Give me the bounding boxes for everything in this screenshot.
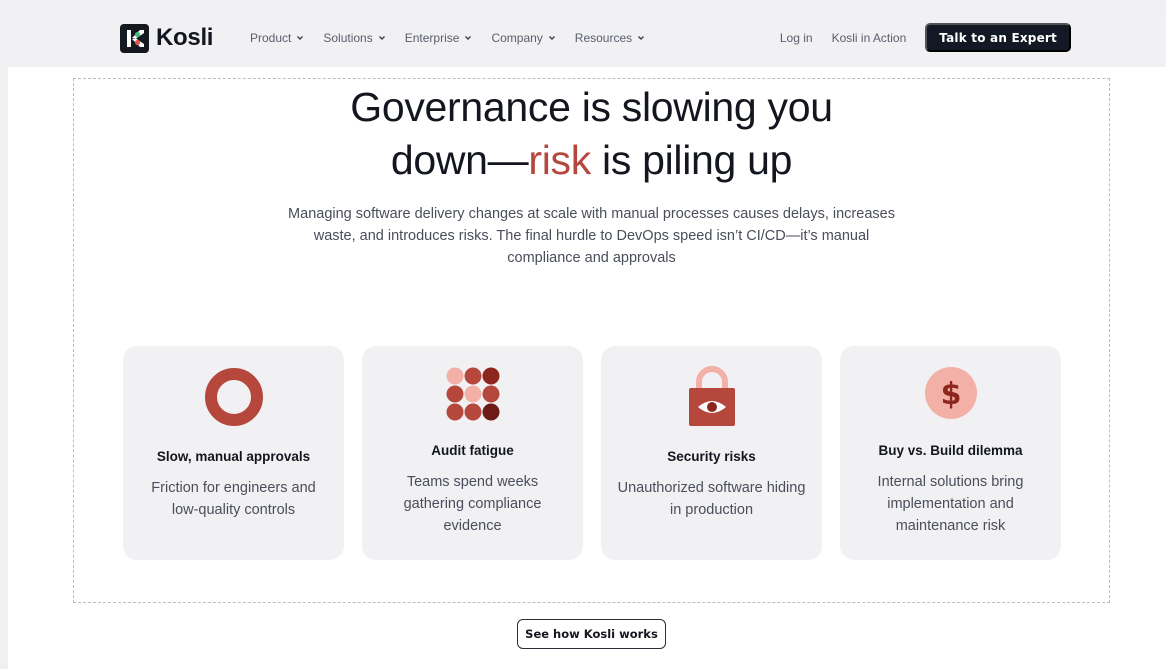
card-description: Internal solutions bring implementation … <box>877 474 1024 534</box>
main-nav: Product Solutions Enterprise Company Res… <box>250 31 664 45</box>
card-title: Buy vs. Build dilemma <box>878 443 1023 458</box>
card-buy-vs-build: $ Buy vs. Build dilemma Internal solutio… <box>840 346 1061 560</box>
nav-item-label: Solutions <box>323 31 373 45</box>
login-link[interactable]: Log in <box>780 31 813 45</box>
hero-description: Managing software delivery changes at sc… <box>288 206 895 266</box>
card-description: Teams spend weeks gathering compliance e… <box>403 474 542 534</box>
card-title: Security risks <box>667 449 756 464</box>
nav-item-enterprise[interactable]: Enterprise <box>405 31 474 45</box>
chevron-down-icon <box>378 36 385 40</box>
see-how-kosli-works-button[interactable]: See how Kosli works <box>517 619 666 649</box>
nav-item-resources[interactable]: Resources <box>575 31 646 45</box>
card-audit-fatigue: Audit fatigue Teams spend weeks gatherin… <box>362 346 583 560</box>
card-description: Friction for engineers and low-quality c… <box>151 480 316 518</box>
headline-line-2-start: down— <box>390 137 529 183</box>
card-security-risks: Security risks Unauthorized software hid… <box>601 346 822 560</box>
kosli-in-action-link[interactable]: Kosli in Action <box>832 31 907 45</box>
top-navbar: Kosli Product Solutions Enterprise Compa… <box>8 12 1166 67</box>
nav-item-label: Enterprise <box>404 31 460 45</box>
padlock-eye-icon <box>688 366 735 426</box>
headline-line-2-end: is piling up <box>590 137 793 183</box>
brand-name: Kosli <box>156 24 214 51</box>
svg-text:$: $ <box>940 377 961 412</box>
card-description: Unauthorized software hiding in producti… <box>617 480 806 518</box>
chevron-down-icon <box>465 36 472 40</box>
nav-actions: Log in Kosli in Action Talk to an Expert <box>780 23 1071 52</box>
headline-accent-word: risk <box>528 137 591 183</box>
ring-icon <box>204 368 263 426</box>
page-title: Governance is slowing you down—risk is p… <box>74 81 1109 187</box>
chevron-down-icon <box>548 36 555 40</box>
nav-item-label: Company <box>491 31 543 45</box>
nav-item-product[interactable]: Product <box>250 31 305 45</box>
talk-to-expert-button[interactable]: Talk to an Expert <box>925 23 1071 52</box>
chevron-down-icon <box>638 36 645 40</box>
headline-line-1: Governance is slowing you <box>350 84 833 130</box>
hero-section: Governance is slowing you down—risk is p… <box>73 78 1110 603</box>
kosli-logo-mark-icon <box>120 23 149 53</box>
page: Kosli Product Solutions Enterprise Compa… <box>8 12 1166 669</box>
nav-item-company[interactable]: Company <box>491 31 556 45</box>
card-title: Slow, manual approvals <box>156 449 311 464</box>
card-slow-approvals: Slow, manual approvals Friction for engi… <box>123 346 344 560</box>
chevron-down-icon <box>297 36 304 40</box>
nav-item-label: Product <box>250 31 292 45</box>
dot-grid-icon <box>446 367 499 421</box>
problem-cards: Slow, manual approvals Friction for engi… <box>123 346 1061 560</box>
nav-item-solutions[interactable]: Solutions <box>323 31 386 45</box>
dollar-coin-icon: $ <box>924 367 977 419</box>
kosli-logo[interactable]: Kosli <box>120 23 213 53</box>
nav-item-label: Resources <box>574 31 633 45</box>
card-title: Audit fatigue <box>431 443 514 458</box>
